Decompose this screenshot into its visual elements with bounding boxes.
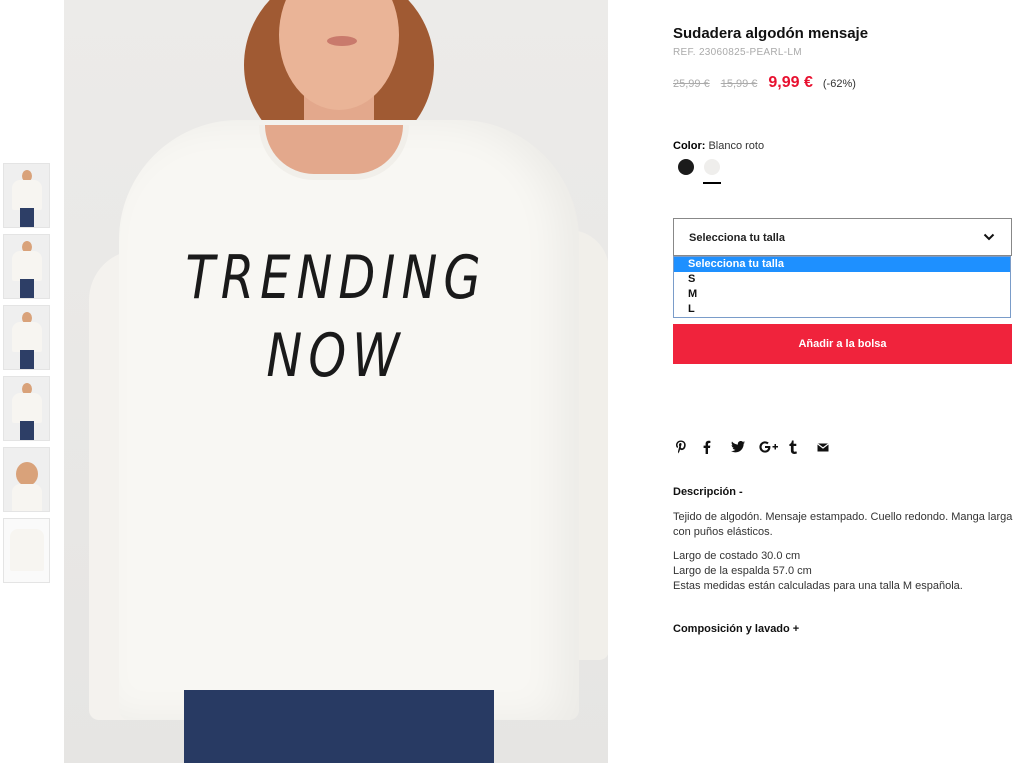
color-label-row: Color: Blanco roto (673, 140, 764, 152)
color-swatch-black[interactable] (678, 159, 694, 175)
twitter-icon[interactable] (731, 438, 759, 456)
size-option-s[interactable]: S (674, 272, 1010, 287)
facebook-icon[interactable] (703, 438, 731, 456)
google-plus-icon[interactable] (759, 438, 789, 456)
thumbnail-2[interactable] (3, 234, 50, 299)
thumb-head (15, 462, 38, 486)
product-title: Sudadera algodón mensaje (673, 25, 869, 42)
sweater-body (119, 120, 579, 720)
thumbnail-6[interactable] (3, 518, 50, 583)
thumbnail-4[interactable] (3, 376, 50, 441)
description-heading[interactable]: Descripción - (673, 486, 743, 498)
model-jeans (184, 690, 494, 763)
price-row: 25,99 € 15,99 € 9,99 € (-62%) (673, 74, 856, 92)
thumb-legs (19, 208, 34, 227)
thumb-body (11, 180, 42, 210)
discount-percentage: (-62%) (822, 78, 856, 90)
price-current: 9,99 € (768, 74, 813, 91)
sweater-slogan-line2: NOW (266, 321, 406, 391)
product-reference: REF. 23060825-PEARL-LM (673, 47, 802, 58)
size-select[interactable]: Selecciona tu talla (673, 218, 1012, 256)
thumb-legs (19, 279, 34, 298)
description-text: Tejido de algodón. Mensaje estampado. Cu… (673, 511, 1013, 538)
size-dropdown-list: Selecciona tu talla S M L (673, 256, 1011, 318)
price-original: 25,99 € (673, 78, 710, 90)
thumb-body (9, 529, 44, 571)
thumbnail-5[interactable] (3, 447, 50, 512)
thumbnail-1[interactable] (3, 163, 50, 228)
email-icon[interactable] (817, 438, 845, 456)
add-to-bag-button[interactable]: Añadir a la bolsa (673, 324, 1012, 364)
composition-heading[interactable]: Composición y lavado + (673, 623, 799, 635)
thumb-legs (19, 350, 34, 369)
measurement-side-length: Largo de costado 30.0 cm (673, 550, 801, 562)
thumb-body (11, 322, 42, 352)
thumbnail-gallery (3, 163, 51, 589)
size-option-l[interactable]: L (674, 302, 1010, 317)
sweater-slogan-line1: TRENDING (185, 243, 487, 313)
size-option-m[interactable]: M (674, 287, 1010, 302)
pinterest-icon[interactable] (675, 438, 703, 456)
size-option-placeholder[interactable]: Selecciona tu talla (674, 257, 1010, 272)
measurements-block: Largo de costado 30.0 cm Largo de la esp… (673, 549, 1013, 594)
thumbnail-3[interactable] (3, 305, 50, 370)
thumb-body (11, 251, 42, 281)
thumb-legs (19, 421, 34, 440)
measurement-back-length: Largo de la espalda 57.0 cm (673, 565, 812, 577)
color-value: Blanco roto (708, 140, 765, 152)
color-swatch-offwhite[interactable] (704, 159, 720, 175)
thumb-body (11, 484, 42, 511)
size-select-value: Selecciona tu talla (689, 232, 785, 244)
tumblr-icon[interactable] (789, 438, 817, 456)
main-product-image[interactable]: TRENDING NOW (64, 0, 608, 763)
price-previous: 15,99 € (720, 78, 758, 90)
thumb-body (11, 393, 42, 423)
color-label: Color: (673, 140, 706, 152)
measurement-note: Estas medidas están calculadas para una … (673, 580, 963, 592)
share-icons-row (675, 438, 845, 456)
selected-swatch-indicator (703, 182, 721, 184)
model-lips (327, 36, 357, 46)
chevron-down-icon (983, 233, 995, 241)
